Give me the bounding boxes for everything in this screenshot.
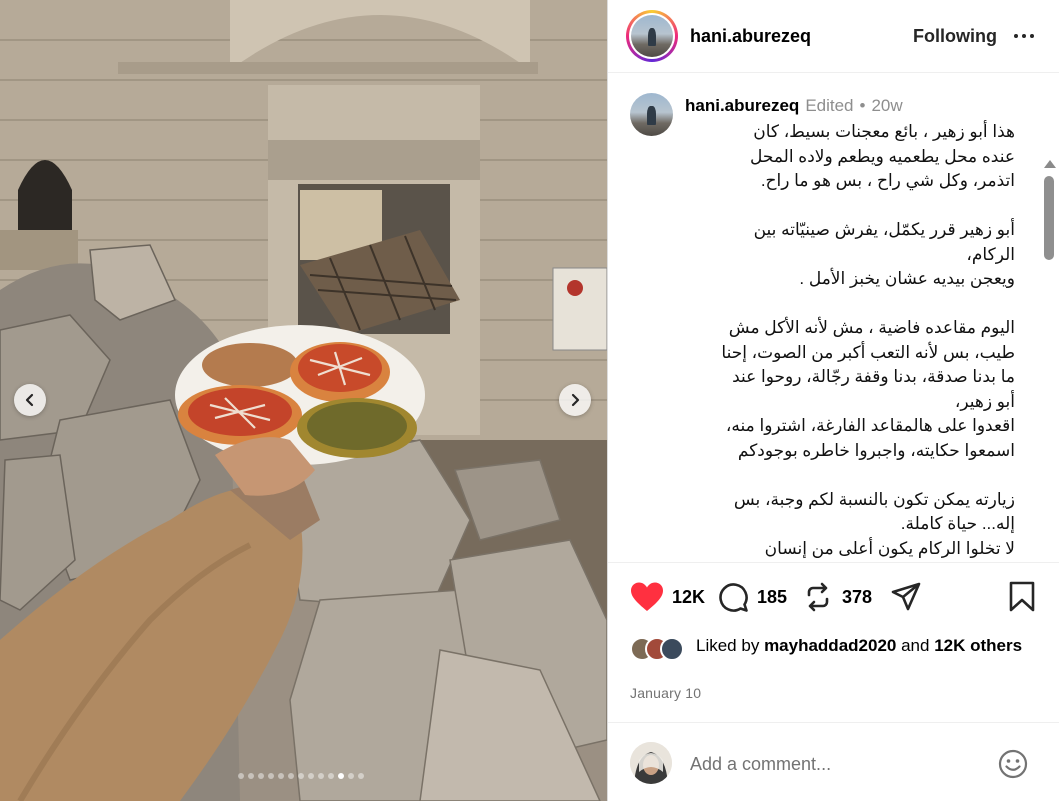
next-slide-button[interactable] xyxy=(559,384,591,416)
author-username[interactable]: hani.aburezeq xyxy=(690,26,811,47)
liked-by-user[interactable]: mayhaddad2020 xyxy=(764,636,896,655)
scroll-thumb[interactable] xyxy=(1044,176,1054,260)
carousel-dot xyxy=(357,773,364,779)
liker-avatars[interactable] xyxy=(630,633,690,661)
following-button[interactable]: Following xyxy=(913,26,997,47)
carousel-dot xyxy=(307,773,314,779)
comment-button[interactable]: 185 xyxy=(717,581,787,613)
liked-by-and: and xyxy=(901,636,930,655)
post-date[interactable]: January 10 xyxy=(630,685,701,701)
chevron-right-icon xyxy=(571,393,580,407)
paper-plane-icon xyxy=(891,582,921,611)
save-button[interactable] xyxy=(1008,581,1036,613)
carousel-dot xyxy=(277,773,284,779)
repost-button[interactable]: 378 xyxy=(802,581,872,613)
author-avatar[interactable] xyxy=(626,10,678,62)
caption-meta: hani.aburezeq Edited • 20w xyxy=(685,96,903,116)
like-button[interactable]: 12K xyxy=(630,581,705,613)
repost-count[interactable]: 378 xyxy=(842,587,872,608)
carousel-dot xyxy=(247,773,254,779)
liked-by-row: Liked by mayhaddad2020 and 12K others xyxy=(630,633,1026,661)
caption-section: hani.aburezeq Edited • 20w هذا أبو زهير ، ب… xyxy=(608,74,1059,561)
meta-separator: • xyxy=(859,96,866,115)
comment-count[interactable]: 185 xyxy=(757,587,787,608)
comment-input[interactable] xyxy=(690,752,980,776)
bookmark-icon xyxy=(1009,581,1035,612)
post-details-panel: hani.aburezeq Following hani.aburezeq Edi… xyxy=(607,0,1059,801)
like-count[interactable]: 12K xyxy=(672,587,705,608)
caption-username[interactable]: hani.aburezeq xyxy=(685,96,799,115)
liker-avatar[interactable] xyxy=(660,637,684,661)
post-photo[interactable] xyxy=(0,0,607,801)
carousel-dot xyxy=(297,773,304,779)
carousel-dot xyxy=(257,773,264,779)
post-age[interactable]: 20w xyxy=(871,96,902,115)
comment-bar xyxy=(608,722,1059,801)
instagram-post-view: hani.aburezeq Following hani.aburezeq Edi… xyxy=(0,0,1059,801)
carousel-dot xyxy=(337,773,344,779)
carousel-dot xyxy=(267,773,274,779)
liked-by-text: Liked by mayhaddad2020 and 12K others xyxy=(696,633,1026,658)
carousel-dot xyxy=(327,773,334,779)
chevron-left-icon xyxy=(25,393,34,407)
previous-slide-button[interactable] xyxy=(14,384,46,416)
edited-label: Edited xyxy=(805,96,854,115)
post-header: hani.aburezeq Following xyxy=(608,0,1059,73)
liked-by-count[interactable]: 12K xyxy=(934,636,965,655)
repost-icon xyxy=(807,582,829,612)
actions-section: 12K 185 378 Liked by mayhaddad2020 and 1… xyxy=(608,562,1059,702)
scroll-up-arrow-icon[interactable] xyxy=(1044,160,1056,168)
carousel-dot xyxy=(287,773,294,779)
liked-by-suffix[interactable]: others xyxy=(970,636,1022,655)
more-options-icon[interactable] xyxy=(1012,24,1036,48)
caption-text: هذا أبو زهير ، بائع معجنات بسيط، كان عند… xyxy=(721,122,1015,558)
speech-bubble-icon xyxy=(719,583,748,612)
caption-author-avatar[interactable] xyxy=(630,93,673,136)
share-button[interactable] xyxy=(890,581,922,613)
heart-icon xyxy=(631,582,663,611)
smiley-icon[interactable] xyxy=(997,748,1029,780)
carousel-dot xyxy=(237,773,244,779)
carousel-indicator xyxy=(0,773,604,779)
carousel-dot xyxy=(317,773,324,779)
current-user-avatar xyxy=(630,742,672,784)
caption-scrollbar[interactable] xyxy=(1042,156,1056,561)
photo-illustration xyxy=(0,0,607,801)
liked-by-prefix: Liked by xyxy=(696,636,760,655)
carousel-dot xyxy=(347,773,354,779)
